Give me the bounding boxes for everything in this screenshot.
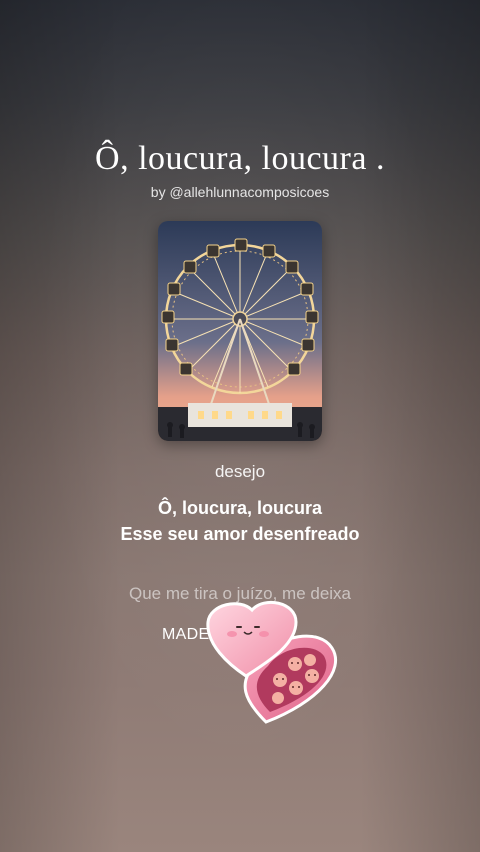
lyric-highlighted-line-2[interactable]: Esse seu amor desenfreado	[0, 524, 480, 545]
section-label: desejo	[214, 462, 266, 481]
author-byline[interactable]: by @allehlunnacomposicoes	[0, 184, 480, 200]
heart-chocolate-box-sticker[interactable]	[200, 598, 348, 728]
lyric-highlighted-line-1[interactable]: Ô, loucura, loucura	[0, 498, 480, 519]
cover-image	[158, 221, 322, 441]
song-title: Ô, loucura, loucura .	[95, 140, 385, 177]
